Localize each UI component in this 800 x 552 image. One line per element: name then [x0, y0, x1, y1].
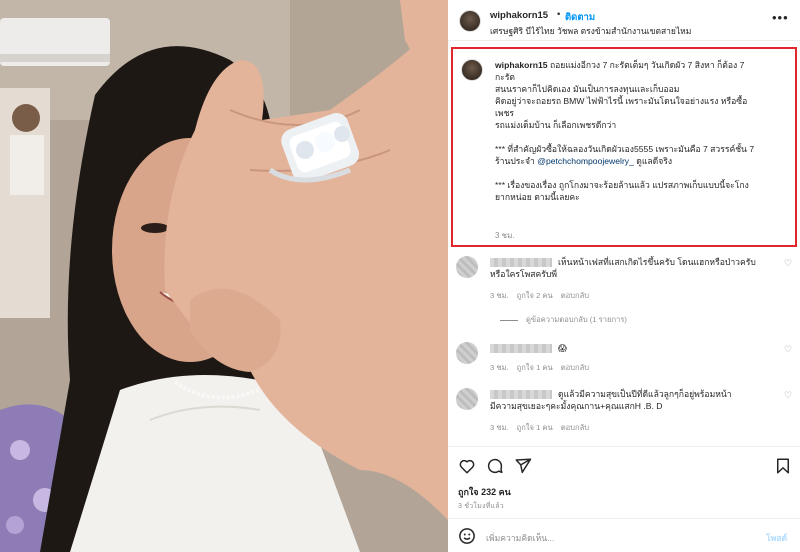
actions-divider — [448, 446, 800, 447]
comment-text: 😱 — [558, 343, 567, 353]
post-comment-button[interactable]: โพสต์ — [766, 531, 787, 545]
caption-line: ยากหน่อย ตามนี้เลยคะ — [495, 192, 580, 202]
separator-dot: • — [557, 9, 561, 20]
comment-like-heart-icon[interactable]: ♡ — [784, 258, 792, 269]
post-location[interactable]: เศรษฐศิริ บีไร้ไทย วัชพล ตรงข้ามสำนักงาน… — [490, 24, 691, 38]
comment-like-heart-icon[interactable]: ♡ — [784, 390, 792, 401]
view-replies-button[interactable]: ดูข้อความตอบกลับ (1 รายการ) — [500, 314, 627, 326]
reply-button[interactable]: ตอบกลับ — [561, 423, 589, 432]
caption-line: รถแม่งเด็มบ้าน ก็เลือกเพชรดีกว่า — [495, 120, 617, 130]
post-action-bar — [448, 451, 800, 479]
comment-time[interactable]: 3 ชม. — [490, 363, 509, 372]
reply-button[interactable]: ตอบกลับ — [561, 363, 589, 372]
emoji-icon[interactable] — [458, 527, 476, 545]
compose-divider — [448, 518, 800, 519]
commenter-avatar-blurred[interactable] — [456, 388, 478, 410]
comment-meta: 3 ชม. ถูกใจ 1 คน ตอบกลับ — [490, 422, 597, 434]
author-username[interactable]: wiphakorn15 — [490, 10, 548, 21]
comment-text: ดูแล้วมีความสุขเป็นปีที่ดีแล้วลูกๆก็อยู่… — [490, 389, 732, 411]
caption-line: ถอยแม่งอีกวง 7 กะรัตเต็มๆ วันเกิดผัว 7 ส… — [549, 60, 745, 70]
caption-text-fragment: ร้านประจำ — [495, 156, 538, 166]
post-side-panel: wiphakorn15 • ติดตาม เศรษฐศิริ บีไร้ไทย … — [448, 0, 800, 552]
comment-time[interactable]: 3 ชม. — [490, 291, 509, 300]
caption-line: สนนราคาก็ไปคิดเอง มันเป็นการลงทุนและเก็บ… — [495, 84, 680, 94]
commenter-avatar-blurred[interactable] — [456, 256, 478, 278]
comment-text: เห็นหน้าเฟสที่แสกเกิดไรขึ้นครับ โดนแฮกหร… — [490, 257, 756, 279]
post-header: wiphakorn15 • ติดตาม เศรษฐศิริ บีไร้ไทย … — [448, 0, 800, 40]
replies-line — [500, 319, 518, 321]
caption-text-fragment: ดูแลดีจริง — [633, 156, 673, 166]
comment-input[interactable]: เพิ่มความคิดเห็น... — [486, 531, 554, 545]
caption-avatar[interactable] — [461, 59, 483, 81]
comment-meta: 3 ชม. ถูกใจ 2 คน ตอบกลับ — [490, 290, 597, 302]
caption-text: wiphakorn15 ถอยแม่งอีกวง 7 กะรัตเต็มๆ วั… — [495, 59, 793, 203]
posted-time[interactable]: 3 ชั่วโมงที่แล้ว — [458, 501, 504, 512]
add-comment-bar: เพิ่มความคิดเห็น... โพสต์ — [448, 520, 800, 552]
more-options-icon[interactable]: ••• — [772, 10, 789, 25]
heart-icon[interactable] — [458, 457, 476, 475]
caption-highlight-box: wiphakorn15 ถอยแม่งอีกวง 7 กะรัตเต็มๆ วั… — [451, 47, 797, 247]
comment-likes[interactable]: ถูกใจ 2 คน — [517, 291, 553, 300]
follow-button[interactable]: ติดตาม — [565, 10, 595, 25]
reply-button[interactable]: ตอบกลับ — [561, 291, 589, 300]
caption-line: เพชร — [495, 108, 515, 118]
bookmark-icon[interactable] — [774, 457, 792, 475]
comment-time[interactable]: 3 ชม. — [490, 423, 509, 432]
comment-icon[interactable] — [486, 457, 504, 475]
author-avatar[interactable] — [459, 10, 481, 32]
caption-line: *** เรื่องของเรื่อง ถูกโกงมาจะร้อยล้านแล… — [495, 180, 749, 190]
caption-line: คิดอยู่ว่าจะถอยรถ BMW ไฟฟ้าไรนี้ เพราะมั… — [495, 96, 748, 106]
comment-likes[interactable]: ถูกใจ 1 คน — [517, 363, 553, 372]
comment-like-heart-icon[interactable]: ♡ — [784, 344, 792, 355]
woman-with-ring-photo — [0, 0, 448, 552]
post-photo[interactable] — [0, 0, 448, 552]
caption-line: กะรัต — [495, 72, 516, 82]
jeweler-mention-link[interactable]: @petchchompoojewelry_ — [537, 156, 634, 166]
header-divider — [448, 40, 800, 41]
caption-line: ร้านประจำ @petchchompoojewelry_ ดูแลดีจร… — [495, 155, 793, 167]
like-count[interactable]: ถูกใจ 232 คน — [458, 485, 511, 499]
comment-meta: 3 ชม. ถูกใจ 1 คน ตอบกลับ — [490, 362, 597, 374]
comment-likes[interactable]: ถูกใจ 1 คน — [517, 423, 553, 432]
caption-timestamp[interactable]: 3 ชม. — [495, 229, 515, 242]
commenter-avatar-blurred[interactable] — [456, 342, 478, 364]
caption-username[interactable]: wiphakorn15 — [495, 60, 548, 70]
caption-line: *** ที่สำคัญผัวซื้อให้ฉลองวันเกิดผัวเอง5… — [495, 144, 755, 154]
share-icon[interactable] — [514, 457, 532, 475]
view-replies-label: ดูข้อความตอบกลับ (1 รายการ) — [526, 315, 627, 324]
